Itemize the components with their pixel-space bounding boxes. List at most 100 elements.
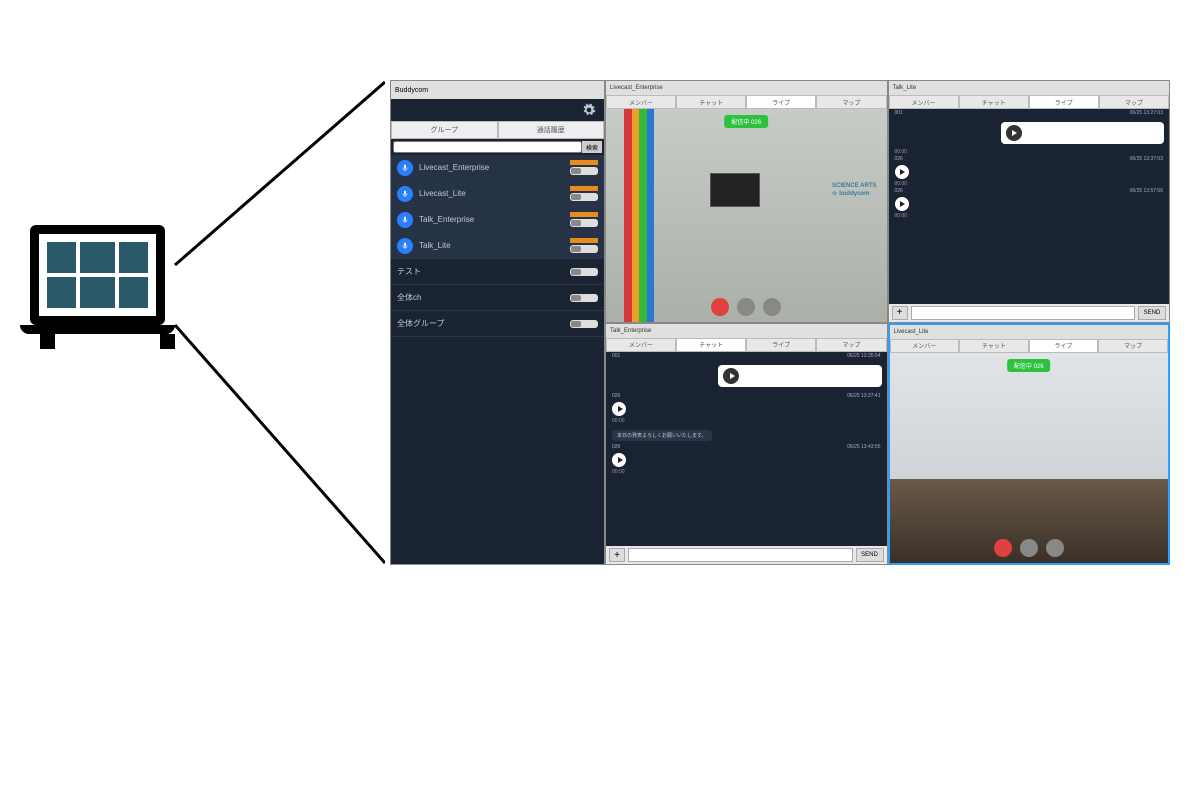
- tab-member[interactable]: メンバー: [606, 338, 676, 352]
- group-item[interactable]: 全体ch: [391, 285, 604, 311]
- search-input[interactable]: [393, 141, 582, 153]
- tab-live[interactable]: ライブ: [746, 95, 816, 109]
- search-button[interactable]: 検索: [582, 141, 602, 153]
- panel-footer: + SEND: [606, 546, 887, 564]
- panel-title: Livecast_Lite: [890, 325, 1169, 339]
- group-item[interactable]: テスト: [391, 259, 604, 285]
- tab-live[interactable]: ライブ: [1029, 339, 1099, 353]
- panel-tabs: メンバー チャット ライブ マップ: [889, 95, 1170, 109]
- group-item[interactable]: Talk_Lite: [391, 233, 604, 259]
- tab-chat[interactable]: チャット: [676, 95, 746, 109]
- audio-meta: 02606/25 13:37:41: [606, 392, 887, 400]
- tab-chat[interactable]: チャット: [959, 95, 1029, 109]
- group-indicator: [570, 212, 598, 227]
- audio-inline: [606, 453, 887, 467]
- app-container: Buddycom グループ 通話履歴 検索 Livecast_Enterpris…: [390, 80, 1170, 565]
- panel-title: Talk_Enterprise: [606, 324, 887, 338]
- toggle[interactable]: [570, 245, 598, 253]
- audio-inline: [606, 402, 887, 416]
- chat-list: 00106/25 13:35:5402606/25 13:37:4100:00本…: [606, 352, 887, 547]
- tab-history[interactable]: 通話履歴: [498, 121, 605, 139]
- audio-meta: 02606/25 13:37:03: [889, 155, 1170, 163]
- audio-inline: [889, 197, 1170, 211]
- audio-meta: 00106/25 13:27:03: [889, 109, 1170, 117]
- main-tabs: グループ 通話履歴: [391, 121, 604, 139]
- audio-card: [1001, 122, 1164, 144]
- group-item[interactable]: Livecast_Enterprise: [391, 155, 604, 181]
- audio-list: 00106/25 13:27:0300:0002606/25 13:37:030…: [889, 109, 1170, 304]
- group-label: テスト: [397, 266, 570, 277]
- mic-icon: [397, 160, 413, 176]
- video-controls: [994, 539, 1064, 557]
- panel-talk-enterprise: Talk_Enterprise メンバー チャット ライブ マップ 00106/…: [605, 323, 888, 566]
- audio-duration: 00:00: [889, 213, 1170, 219]
- group-indicator: [570, 160, 598, 175]
- play-button[interactable]: [612, 402, 626, 416]
- add-button[interactable]: +: [609, 548, 625, 562]
- toggle[interactable]: [570, 193, 598, 201]
- tab-live[interactable]: ライブ: [1029, 95, 1099, 109]
- stop-button[interactable]: [1046, 539, 1064, 557]
- panel-tabs: メンバー チャット ライブ マップ: [606, 95, 887, 109]
- play-button[interactable]: [1006, 125, 1022, 141]
- toggle[interactable]: [570, 294, 598, 302]
- tab-map[interactable]: マップ: [816, 95, 886, 109]
- panel-title: Livecast_Enterprise: [606, 81, 887, 95]
- chat-bubble: 本日の発表よろしくお願いいたします。: [612, 430, 712, 441]
- group-item[interactable]: Livecast_Lite: [391, 181, 604, 207]
- tab-member[interactable]: メンバー: [889, 95, 959, 109]
- play-button[interactable]: [895, 165, 909, 179]
- app-title: Buddycom: [395, 87, 428, 94]
- mic-icon: [397, 186, 413, 202]
- video-view: 配信中 026: [890, 353, 1169, 564]
- stop-button[interactable]: [763, 298, 781, 316]
- tab-member[interactable]: メンバー: [606, 95, 676, 109]
- message-input[interactable]: [911, 306, 1136, 320]
- pause-button[interactable]: [737, 298, 755, 316]
- group-indicator: [570, 320, 598, 328]
- main-panel: Buddycom グループ 通話履歴 検索 Livecast_Enterpris…: [390, 80, 605, 565]
- message-input[interactable]: [628, 548, 853, 562]
- tab-chat[interactable]: チャット: [676, 338, 746, 352]
- wall-screen: [710, 173, 760, 207]
- toggle[interactable]: [570, 167, 598, 175]
- window-titlebar: Buddycom: [391, 81, 604, 99]
- toggle[interactable]: [570, 219, 598, 227]
- tab-chat[interactable]: チャット: [959, 339, 1029, 353]
- group-item[interactable]: 全体グループ: [391, 311, 604, 337]
- group-indicator: [570, 186, 598, 201]
- tab-map[interactable]: マップ: [1099, 95, 1169, 109]
- tab-map[interactable]: マップ: [1098, 339, 1168, 353]
- toggle[interactable]: [570, 320, 598, 328]
- group-label: 全体グループ: [397, 318, 570, 329]
- audio-duration: 00:00: [606, 469, 887, 475]
- panel-livecast-lite: Livecast_Lite メンバー チャット ライブ マップ 配信中 026: [888, 323, 1171, 566]
- tab-map[interactable]: マップ: [816, 338, 886, 352]
- mic-icon: [397, 238, 413, 254]
- tab-group[interactable]: グループ: [391, 121, 498, 139]
- main-topbar: [391, 99, 604, 121]
- toggle[interactable]: [570, 268, 598, 276]
- search-row: 検索: [391, 139, 604, 155]
- panel-tabs: メンバー チャット ライブ マップ: [606, 338, 887, 352]
- add-button[interactable]: +: [892, 306, 908, 320]
- group-item[interactable]: Talk_Enterprise: [391, 207, 604, 233]
- group-label: Talk_Lite: [419, 241, 570, 250]
- gear-icon[interactable]: [582, 103, 596, 117]
- play-button[interactable]: [895, 197, 909, 211]
- video-view: SCIENCE ARTS ☆ buddycom 配信中 026: [606, 109, 887, 322]
- panel-grid: Livecast_Enterprise メンバー チャット ライブ マップ SC…: [605, 80, 1170, 565]
- panel-title: Talk_Lite: [889, 81, 1170, 95]
- audio-inline: [889, 165, 1170, 179]
- wall-logo: SCIENCE ARTS ☆ buddycom: [832, 183, 876, 197]
- tab-member[interactable]: メンバー: [890, 339, 960, 353]
- send-button[interactable]: SEND: [1138, 306, 1166, 320]
- tab-live[interactable]: ライブ: [746, 338, 816, 352]
- status-badge: 配信中 026: [1007, 359, 1051, 372]
- play-button[interactable]: [612, 453, 626, 467]
- send-button[interactable]: SEND: [856, 548, 884, 562]
- pause-button[interactable]: [1020, 539, 1038, 557]
- play-button[interactable]: [723, 368, 739, 384]
- record-button[interactable]: [711, 298, 729, 316]
- record-button[interactable]: [994, 539, 1012, 557]
